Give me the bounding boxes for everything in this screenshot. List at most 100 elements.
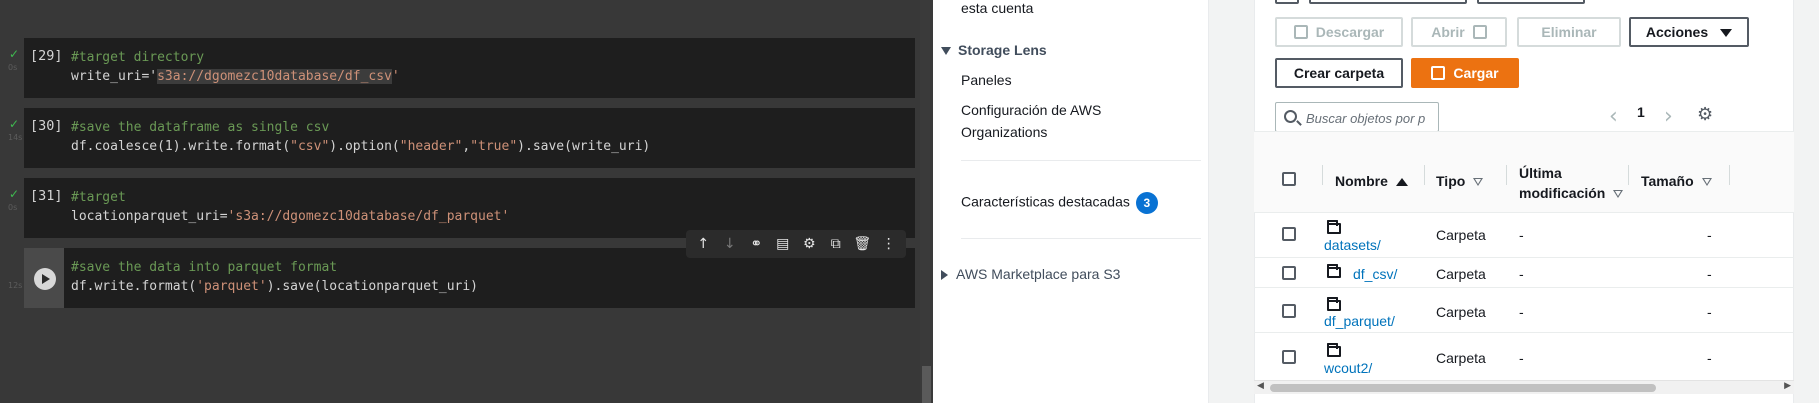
comment-icon[interactable]: ▤ [773, 234, 793, 254]
scrollbar-thumb[interactable] [922, 366, 931, 403]
caret-down-icon [941, 47, 951, 56]
caret-down-icon [1720, 29, 1733, 38]
column-header-name[interactable]: Nombre [1335, 173, 1408, 189]
scroll-left-icon[interactable]: ◀ [1257, 381, 1264, 391]
cell-editor[interactable]: [31] #target locationparquet_uri='s3a://… [24, 178, 915, 238]
column-header-type[interactable]: Tipo [1436, 173, 1484, 189]
delete-button[interactable]: Eliminar [1517, 17, 1621, 47]
cell-status: ✓ 14s [6, 117, 24, 157]
cell-editor[interactable]: [30] #save the dataframe as single csv d… [24, 108, 915, 168]
scrollbar-thumb[interactable] [1270, 384, 1656, 392]
code-string: ' [391, 69, 400, 84]
code-comment: #target [71, 190, 126, 205]
nav-item-featured[interactable]: Características destacadas 3 [961, 192, 1158, 214]
link-icon[interactable]: ⚭ [746, 234, 766, 254]
column-label: Tamaño [1641, 173, 1694, 189]
gear-icon[interactable]: ⚙ [1697, 104, 1713, 125]
refresh-button[interactable] [1275, 0, 1299, 4]
open-label: Abrir [1431, 24, 1465, 40]
copy-url-button[interactable] [1477, 0, 1585, 4]
column-header-size[interactable]: Tamaño [1641, 173, 1712, 189]
code-cell[interactable]: ✓ 14s [30] #save the dataframe as single… [0, 108, 920, 168]
nav-section-marketplace[interactable]: AWS Marketplace para S3 [941, 266, 1120, 282]
select-all-checkbox[interactable] [1282, 172, 1296, 186]
code-comment: #target directory [71, 50, 205, 65]
column-separator [1322, 165, 1323, 185]
object-name-link[interactable]: df_parquet/ [1324, 313, 1395, 329]
page-number[interactable]: 1 [1637, 104, 1645, 120]
horizontal-scrollbar[interactable]: ◀ ▶ [1254, 380, 1794, 394]
code-string: "header" [399, 139, 463, 154]
upload-label: Cargar [1453, 65, 1499, 81]
sort-icon [1613, 190, 1624, 199]
code-line: #target [71, 188, 126, 207]
code-text: ).option( [329, 139, 400, 154]
column-label: Última [1519, 165, 1562, 181]
object-size: - [1707, 304, 1712, 320]
code-line: df.write.format('parquet').save(location… [71, 277, 478, 296]
arrow-up-icon[interactable]: ↑ [693, 234, 713, 254]
search-input[interactable] [1306, 109, 1434, 127]
object-modified: - [1519, 350, 1524, 366]
object-name-link[interactable]: df_csv/ [1353, 266, 1397, 282]
folder-icon [1327, 264, 1341, 278]
object-name-link[interactable]: datasets/ [1324, 237, 1381, 253]
exec-time: 12s [8, 281, 23, 290]
featured-label: Características destacadas [961, 193, 1130, 210]
upload-button[interactable]: Cargar [1411, 58, 1519, 88]
settings-icon[interactable]: ⚙ [799, 234, 819, 254]
copy-uri-button[interactable] [1309, 0, 1467, 4]
actions-dropdown[interactable]: Acciones [1629, 17, 1749, 47]
row-checkbox[interactable] [1282, 266, 1296, 280]
column-separator [1506, 165, 1507, 185]
code-line: #target directory [71, 48, 204, 67]
cell-editor[interactable]: [29] #target directory write_uri='s3a://… [24, 38, 915, 98]
sort-icon [1473, 178, 1484, 187]
code-line: #save the dataframe as single csv [71, 118, 329, 137]
code-cell[interactable]: ✓ 0s [29] #target directory write_uri='s… [0, 38, 920, 98]
row-checkbox[interactable] [1282, 304, 1296, 318]
column-separator [1424, 165, 1425, 185]
featured-count-badge: 3 [1135, 192, 1158, 214]
code-string: 'parquet' [196, 279, 267, 294]
object-name-link[interactable]: wcout2/ [1324, 360, 1372, 376]
code-cell[interactable]: ✓ 0s [31] #target locationparquet_uri='s… [0, 178, 920, 238]
nav-item-paneles[interactable]: Paneles [961, 72, 1012, 88]
create-folder-button[interactable]: Crear carpeta [1275, 58, 1403, 88]
scroll-right-icon[interactable]: ▶ [1784, 381, 1791, 391]
check-icon: ✓ [9, 117, 20, 131]
object-type: Carpeta [1436, 304, 1486, 320]
open-button[interactable]: Abrir [1411, 17, 1507, 47]
nav-item-account[interactable]: esta cuenta [961, 0, 1033, 16]
nav-item-config-line1[interactable]: Configuración de AWS [961, 102, 1101, 118]
object-type: Carpeta [1436, 350, 1486, 366]
more-icon[interactable]: ⋮ [879, 234, 899, 254]
code-line: #save the data into parquet format [71, 258, 337, 277]
prev-page-icon[interactable]: ‹ [1609, 104, 1618, 129]
mirror-cell-icon[interactable]: ⧉ [826, 234, 846, 254]
sort-ascending-icon [1395, 178, 1408, 187]
nav-item-config-line2[interactable]: Organizations [961, 124, 1047, 140]
cell-status: ✓ 0s [6, 47, 24, 87]
exec-time: 0s [8, 63, 18, 72]
download-button[interactable]: Descargar [1275, 17, 1403, 47]
delete-icon[interactable]: 🗑 [852, 234, 872, 254]
column-header-modified[interactable]: Última modificación [1519, 163, 1624, 203]
search-field[interactable] [1275, 102, 1439, 132]
scrollbar[interactable] [920, 0, 933, 403]
s3-side-nav: esta cuenta Storage Lens Paneles Configu… [933, 0, 1209, 403]
exec-time: 14s [8, 133, 23, 142]
code-text: ).save(write_uri) [517, 139, 651, 154]
column-separator [1729, 165, 1730, 185]
arrow-down-icon[interactable]: ↓ [720, 234, 740, 254]
run-cell-button[interactable] [34, 268, 56, 290]
row-checkbox[interactable] [1282, 227, 1296, 241]
exec-count: [29] [30, 48, 63, 64]
nav-section-label: Storage Lens [958, 42, 1047, 58]
object-modified: - [1519, 227, 1524, 243]
nav-section-storage-lens[interactable]: Storage Lens [941, 42, 1047, 58]
code-line: df.coalesce(1).write.format("csv").optio… [71, 137, 650, 156]
row-checkbox[interactable] [1282, 350, 1296, 364]
next-page-icon[interactable]: › [1664, 104, 1673, 129]
code-string: "csv" [290, 139, 330, 154]
